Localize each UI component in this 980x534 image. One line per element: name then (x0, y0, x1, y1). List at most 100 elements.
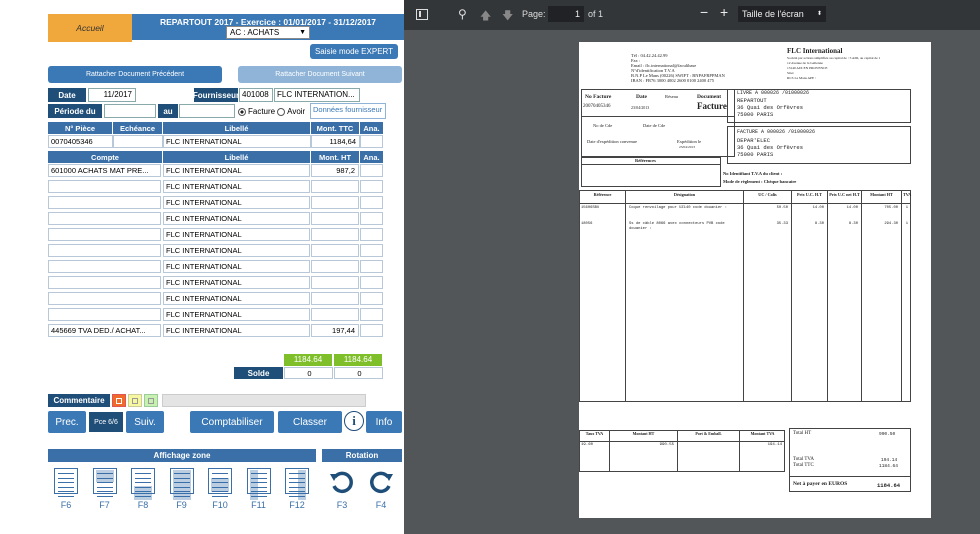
periode-from-input[interactable] (104, 104, 156, 118)
item-cell: 14.00 (846, 206, 858, 210)
rotate-right-button[interactable]: F4 (362, 468, 400, 510)
line-compte-cell[interactable] (48, 180, 161, 193)
zone-f11-button[interactable]: F11 (240, 468, 278, 510)
piece-libelle-cell[interactable]: FLC INTERNATIONAL (163, 135, 311, 148)
item-cell: 8.30 (814, 222, 824, 226)
line-libelle-cell[interactable]: FLC INTERNATIONAL (163, 180, 310, 193)
line-libelle-cell[interactable]: FLC INTERNATIONAL (163, 164, 310, 177)
line-compte-cell[interactable]: 445669 TVA DED./ ACHAT... (48, 324, 161, 337)
piece-ttc-cell[interactable]: 1184,64 (311, 135, 360, 148)
line-montant-cell[interactable]: 987,2 (311, 164, 359, 177)
zone-f10-button[interactable]: F10 (201, 468, 239, 510)
company-name: FLC International (787, 47, 843, 55)
line-montant-cell[interactable] (311, 276, 359, 289)
facture-radio[interactable] (238, 107, 246, 116)
fournisseur-code-input[interactable]: 401008 (239, 88, 273, 102)
comment-color-green[interactable] (144, 394, 158, 407)
piece-ana-cell[interactable] (360, 135, 383, 148)
line-libelle-cell[interactable]: FLC INTERNATIONAL (163, 276, 310, 289)
zone-f8-button[interactable]: F8 (124, 468, 162, 510)
line-ana-cell[interactable] (360, 164, 383, 177)
arrow-down-icon[interactable]: 🡇 (502, 7, 513, 26)
line-libelle-cell[interactable]: FLC INTERNATIONAL (163, 228, 310, 241)
line-ana-cell[interactable] (360, 276, 383, 289)
line-compte-cell[interactable] (48, 244, 161, 257)
line-ana-cell[interactable] (360, 228, 383, 241)
line-montant-cell[interactable] (311, 244, 359, 257)
line-ana-cell[interactable] (360, 308, 383, 321)
item-col-header: Référence (593, 192, 612, 197)
line-ana-cell[interactable] (360, 180, 383, 193)
line-libelle-cell[interactable]: FLC INTERNATIONAL (163, 212, 310, 225)
prev-button[interactable]: Prec. (48, 411, 86, 433)
page-layout-icon (131, 468, 155, 500)
line-libelle-cell[interactable]: FLC INTERNATIONAL (163, 308, 310, 321)
references-label: Références (635, 158, 656, 163)
comptabiliser-button[interactable]: Comptabiliser (190, 411, 274, 433)
line-ana-cell[interactable] (360, 292, 383, 305)
zone-f7-button[interactable]: F7 (86, 468, 124, 510)
total-ttc-value: 1184.64 (879, 464, 898, 469)
donnees-fournisseur-link[interactable]: Données fournisseur (310, 103, 386, 119)
attach-prev-button[interactable]: Rattacher Document Précédent (48, 66, 222, 83)
zone-f12-button[interactable]: F12 (278, 468, 316, 510)
info-icon[interactable]: i (344, 411, 364, 431)
comment-color-yellow[interactable] (128, 394, 142, 407)
line-ana-cell[interactable] (360, 244, 383, 257)
search-icon[interactable]: ⚲ (458, 7, 467, 21)
piece-number-cell[interactable]: 0070405346 (48, 135, 113, 148)
line-libelle-cell[interactable]: FLC INTERNATIONAL (163, 244, 310, 257)
next-button[interactable]: Suiv. (126, 411, 164, 433)
line-libelle-cell[interactable]: FLC INTERNATIONAL (163, 324, 310, 337)
invoice-page: Tél : 04.42.24.42.99 Fax : Email : flc.i… (579, 42, 931, 518)
zoom-out-icon[interactable]: − (700, 4, 708, 20)
line-libelle-cell[interactable]: FLC INTERNATIONAL (163, 292, 310, 305)
line-compte-cell[interactable] (48, 212, 161, 225)
line-compte-cell[interactable] (48, 196, 161, 209)
line-compte-cell[interactable] (48, 276, 161, 289)
fournisseur-name-input[interactable]: FLC INTERNATION... (274, 88, 360, 102)
zone-f6-button[interactable]: F6 (47, 468, 85, 510)
zoom-select[interactable]: Taille de l'écran ⬍ (738, 6, 826, 22)
line-compte-cell[interactable] (48, 308, 161, 321)
info-button[interactable]: Info (366, 411, 402, 433)
line-ana-cell[interactable] (360, 212, 383, 225)
sidebar-toggle-icon[interactable] (416, 9, 428, 20)
line-ana-cell[interactable] (360, 260, 383, 273)
line-compte-cell[interactable] (48, 228, 161, 241)
page-layout-icon (169, 468, 194, 500)
line-ana-cell[interactable] (360, 324, 383, 337)
date-input[interactable]: 11/2017 (88, 88, 136, 102)
saisie-expert-button[interactable]: Saisie mode EXPERT (310, 44, 398, 59)
reglement-label: Mode de règlement : Chèque bancaire (723, 179, 797, 184)
line-compte-cell[interactable] (48, 292, 161, 305)
piece-echeance-cell[interactable] (113, 135, 163, 148)
line-libelle-cell[interactable]: FLC INTERNATIONAL (163, 196, 310, 209)
line-montant-cell[interactable]: 197,44 (311, 324, 359, 337)
line-montant-cell[interactable] (311, 196, 359, 209)
commentaire-input[interactable] (162, 394, 366, 407)
zoom-in-icon[interactable]: + (720, 4, 728, 20)
line-ana-cell[interactable] (360, 196, 383, 209)
line-montant-cell[interactable] (311, 292, 359, 305)
arrow-up-icon[interactable]: 🡅 (480, 7, 491, 26)
avoir-radio[interactable] (277, 107, 286, 116)
line-montant-cell[interactable] (311, 260, 359, 273)
attach-next-button[interactable]: Rattacher Document Suivant (238, 66, 402, 83)
line-montant-cell[interactable] (311, 228, 359, 241)
comment-color-orange[interactable] (112, 394, 126, 407)
classer-button[interactable]: Classer (278, 411, 342, 433)
line-libelle-cell[interactable]: FLC INTERNATIONAL (163, 260, 310, 273)
journal-select[interactable]: AC : ACHATS ▼ (226, 26, 310, 39)
line-montant-cell[interactable] (311, 308, 359, 321)
home-button[interactable]: Accueil (48, 14, 132, 42)
line-compte-cell[interactable] (48, 260, 161, 273)
rotate-left-button[interactable]: F3 (323, 468, 361, 510)
line-montant-cell[interactable] (311, 180, 359, 193)
company-sub1: Société par actions simplifiée au capita… (787, 56, 881, 60)
line-montant-cell[interactable] (311, 212, 359, 225)
page-input[interactable]: 1 (548, 6, 584, 22)
periode-to-input[interactable] (179, 104, 235, 118)
line-compte-cell[interactable]: 601000 ACHATS MAT PRE... (48, 164, 161, 177)
zone-f9-button[interactable]: F9 (163, 468, 201, 510)
